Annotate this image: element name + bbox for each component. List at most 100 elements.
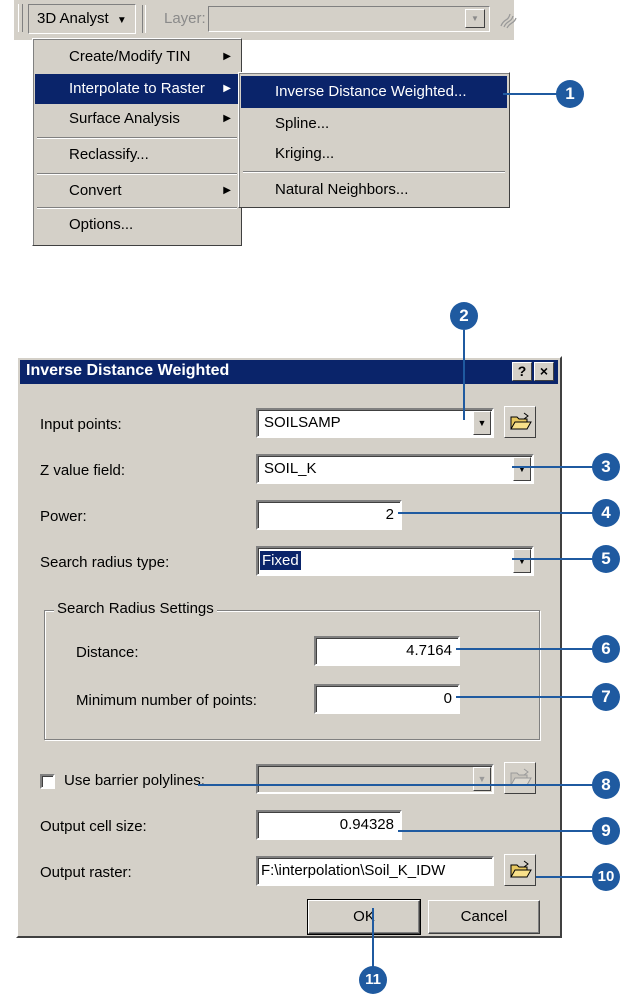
min-points-label: Minimum number of points: [76,692,257,709]
callout-line [512,466,596,468]
output-raster-input[interactable]: F:\interpolation\Soil_K_IDW [256,856,494,886]
distance-input[interactable]: 4.7164 [314,636,460,666]
barrier-combo[interactable]: ▼ [256,764,494,794]
menu-separator [37,207,237,209]
layer-dropdown-arrow-icon[interactable]: ▼ [465,9,485,28]
search-radius-type-value: Fixed [260,551,301,570]
menu-item-label: Surface Analysis [69,110,180,127]
input-points-browse-button[interactable] [504,406,536,438]
submenu-arrow-icon: ▶ [223,113,231,124]
submenu-item-label: Natural Neighbors... [275,181,409,198]
layer-combo[interactable]: ▼ [208,6,490,32]
search-radius-dropdown-arrow-icon[interactable]: ▼ [513,549,531,573]
callout-line [463,330,465,420]
open-folder-icon [510,768,532,786]
search-radius-settings-group [44,610,540,740]
dialog-titlebar: Inverse Distance Weighted ? × [20,360,558,384]
toolbar-grip[interactable] [18,4,23,32]
output-raster-browse-button[interactable] [504,854,536,886]
surface-tool-icon[interactable] [498,8,520,30]
callout-badge: 6 [592,635,620,663]
min-points-input[interactable]: 0 [314,684,460,714]
submenu-item-label: Kriging... [275,145,335,162]
dialog-title: Inverse Distance Weighted [26,362,230,379]
callout-line [372,908,374,970]
menu-item-label: Interpolate to Raster [69,80,205,97]
submenu-item-kriging[interactable]: Kriging... [241,138,507,170]
distance-label: Distance: [76,644,139,661]
submenu-arrow-icon: ▶ [223,83,231,94]
help-button[interactable]: ? [512,362,532,381]
callout-badge: 2 [450,302,478,330]
search-radius-type-label: Search radius type: [40,554,170,571]
callout-badge: 8 [592,771,620,799]
menu-item-surface-analysis[interactable]: Surface Analysis ▶ [35,104,239,134]
z-value-field-value: SOIL_K [264,460,317,477]
submenu-item-natural-neighbors[interactable]: Natural Neighbors... [241,174,507,206]
idw-dialog: Inverse Distance Weighted ? × Input poin… [16,356,562,938]
barrier-label: Use barrier polylines: [64,772,205,789]
z-value-dropdown-arrow-icon[interactable]: ▼ [513,457,531,481]
menu-item-options[interactable]: Options... [35,210,239,240]
menu-item-convert[interactable]: Convert ▶ [35,176,239,206]
callout-line [456,696,596,698]
barrier-dropdown-arrow-icon[interactable]: ▼ [473,767,491,791]
input-points-dropdown-arrow-icon[interactable]: ▼ [473,411,491,435]
ok-button[interactable]: OK [307,899,421,935]
barrier-browse-button[interactable] [504,762,536,794]
barrier-checkbox[interactable] [40,774,55,789]
output-cell-size-input[interactable]: 0.94328 [256,810,402,840]
output-raster-label: Output raster: [40,864,132,881]
menu-item-create-modify-tin[interactable]: Create/Modify TIN ▶ [35,42,239,72]
search-radius-type-combo[interactable]: Fixed ▼ [256,546,534,576]
interpolate-submenu: Inverse Distance Weighted... Spline... K… [238,72,510,208]
submenu-item-label: Spline... [275,115,330,132]
open-folder-icon [510,860,532,878]
callout-line [456,648,596,650]
search-radius-settings-title: Search Radius Settings [54,600,217,617]
callout-line [536,876,596,878]
submenu-item-idw[interactable]: Inverse Distance Weighted... [241,76,507,108]
power-label: Power: [40,508,87,525]
menu-item-interpolate-to-raster[interactable]: Interpolate to Raster ▶ [35,74,239,104]
layer-label: Layer: [164,10,206,27]
submenu-arrow-icon: ▶ [223,185,231,196]
menu-item-label: Convert [69,182,122,199]
output-cell-size-label: Output cell size: [40,818,147,835]
close-button[interactable]: × [534,362,554,381]
power-input[interactable]: 2 [256,500,402,530]
callout-badge: 4 [592,499,620,527]
input-points-value: SOILSAMP [264,414,341,431]
z-value-field-label: Z value field: [40,462,126,479]
submenu-arrow-icon: ▶ [223,51,231,62]
3d-analyst-menu-button[interactable]: 3D Analyst ▼ [28,4,136,34]
callout-badge: 5 [592,545,620,573]
menu-dropdown-arrow-icon: ▼ [116,15,127,26]
submenu-item-label: Inverse Distance Weighted... [275,83,467,100]
input-points-combo[interactable]: SOILSAMP ▼ [256,408,494,438]
callout-line [398,512,596,514]
input-points-label: Input points: [40,416,122,433]
z-value-field-combo[interactable]: SOIL_K ▼ [256,454,534,484]
3d-analyst-dropdown-menu: Create/Modify TIN ▶ Interpolate to Raste… [32,38,242,246]
menu-separator [37,173,237,175]
3d-analyst-menu-label: 3D Analyst [37,10,109,27]
callout-badge: 11 [359,966,387,994]
callout-line [198,784,596,786]
menu-item-reclassify[interactable]: Reclassify... [35,140,239,170]
callout-badge: 1 [556,80,584,108]
menu-item-label: Create/Modify TIN [69,48,191,65]
toolbar-separator [142,5,146,33]
menu-item-label: Options... [69,216,134,233]
callout-badge: 3 [592,453,620,481]
open-folder-icon [510,412,532,430]
callout-line [398,830,596,832]
toolbar: 3D Analyst ▼ Layer: ▼ [14,0,517,40]
menu-separator [243,171,505,173]
cancel-button[interactable]: Cancel [428,900,540,934]
menu-separator [37,137,237,139]
submenu-item-spline[interactable]: Spline... [241,108,507,140]
callout-line [512,558,596,560]
callout-badge: 7 [592,683,620,711]
callout-badge: 9 [592,817,620,845]
